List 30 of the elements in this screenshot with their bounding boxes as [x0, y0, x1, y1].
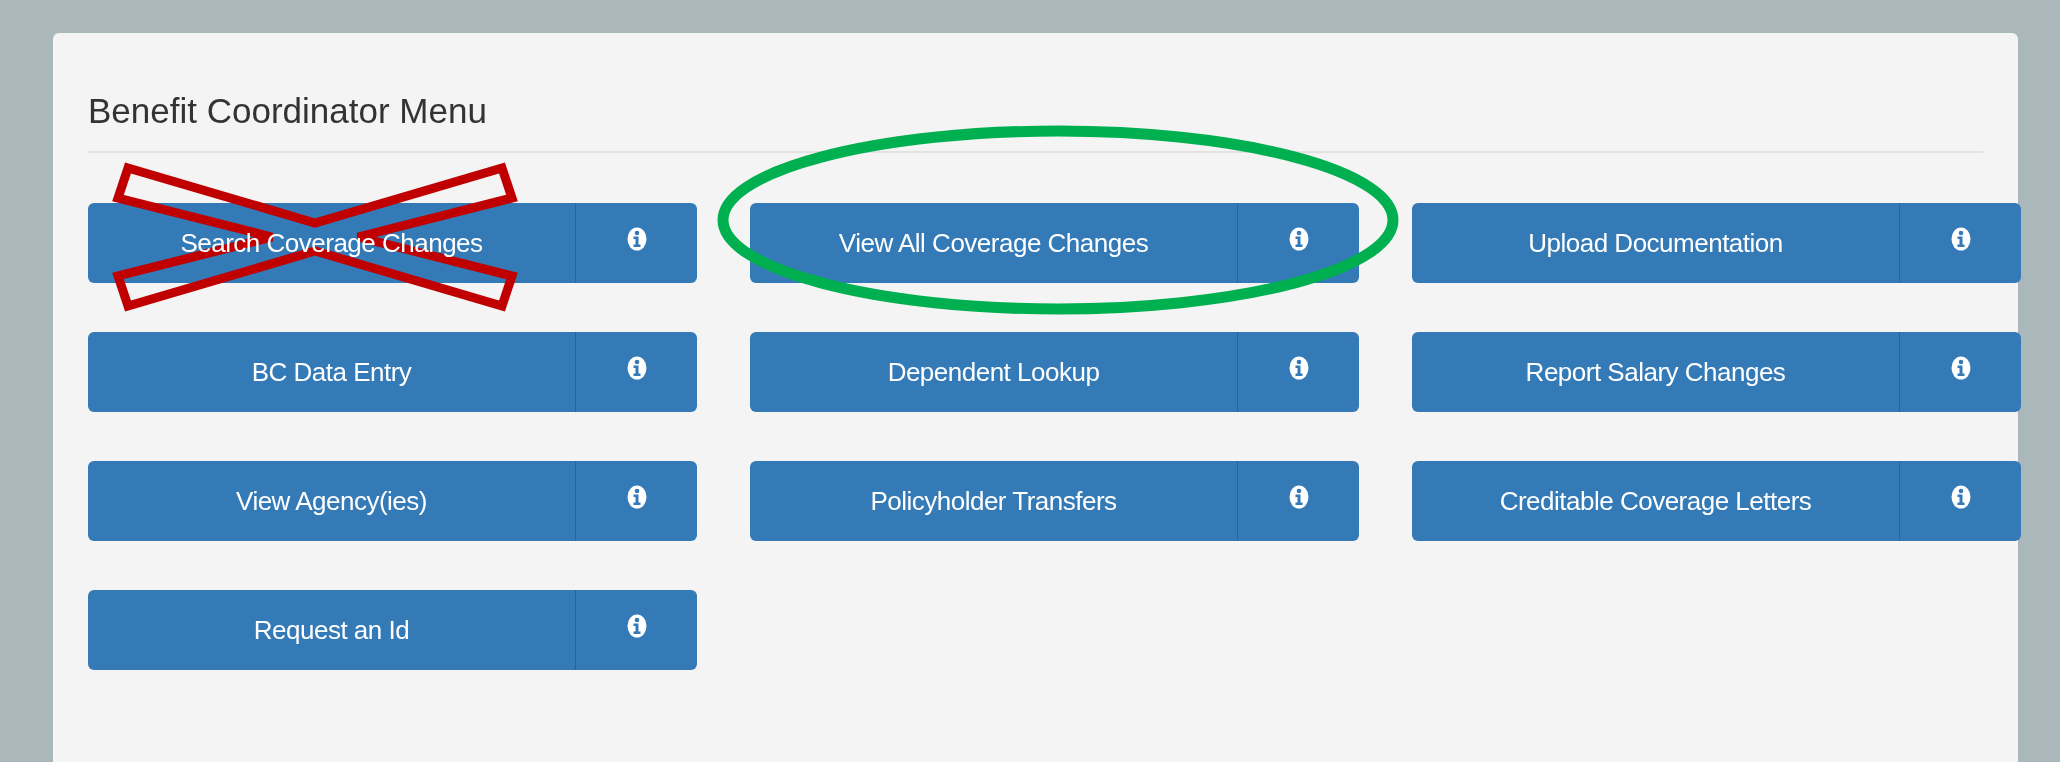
info-icon: [626, 356, 647, 380]
info-button[interactable]: [576, 332, 697, 412]
menu-button[interactable]: Report Salary Changes: [1412, 332, 1900, 412]
info-button[interactable]: [576, 203, 697, 283]
info-button[interactable]: [1900, 332, 2021, 412]
info-icon: [626, 227, 647, 251]
info-icon: [1288, 356, 1309, 380]
menu-button[interactable]: Dependent Lookup: [750, 332, 1238, 412]
info-icon: [626, 485, 647, 509]
info-button[interactable]: [1238, 203, 1359, 283]
info-button[interactable]: [576, 461, 697, 541]
menu-button[interactable]: BC Data Entry: [88, 332, 576, 412]
info-icon: [1950, 227, 1971, 251]
menu-title: Benefit Coordinator Menu: [88, 33, 487, 153]
menu-button[interactable]: Upload Documentation: [1412, 203, 1900, 283]
info-icon: [626, 614, 647, 638]
info-icon: [1950, 485, 1971, 509]
info-icon: [1288, 227, 1309, 251]
menu-button[interactable]: View All Coverage Changes: [750, 203, 1238, 283]
info-button[interactable]: [1900, 461, 2021, 541]
info-icon: [1950, 356, 1971, 380]
menu-button[interactable]: Policyholder Transfers: [750, 461, 1238, 541]
menu-button[interactable]: View Agency(ies): [88, 461, 576, 541]
info-button[interactable]: [1900, 203, 2021, 283]
menu-button[interactable]: Request an Id: [88, 590, 576, 670]
info-button[interactable]: [576, 590, 697, 670]
menu-button[interactable]: Creditable Coverage Letters: [1412, 461, 1900, 541]
info-icon: [1288, 485, 1309, 509]
info-button[interactable]: [1238, 332, 1359, 412]
info-button[interactable]: [1238, 461, 1359, 541]
